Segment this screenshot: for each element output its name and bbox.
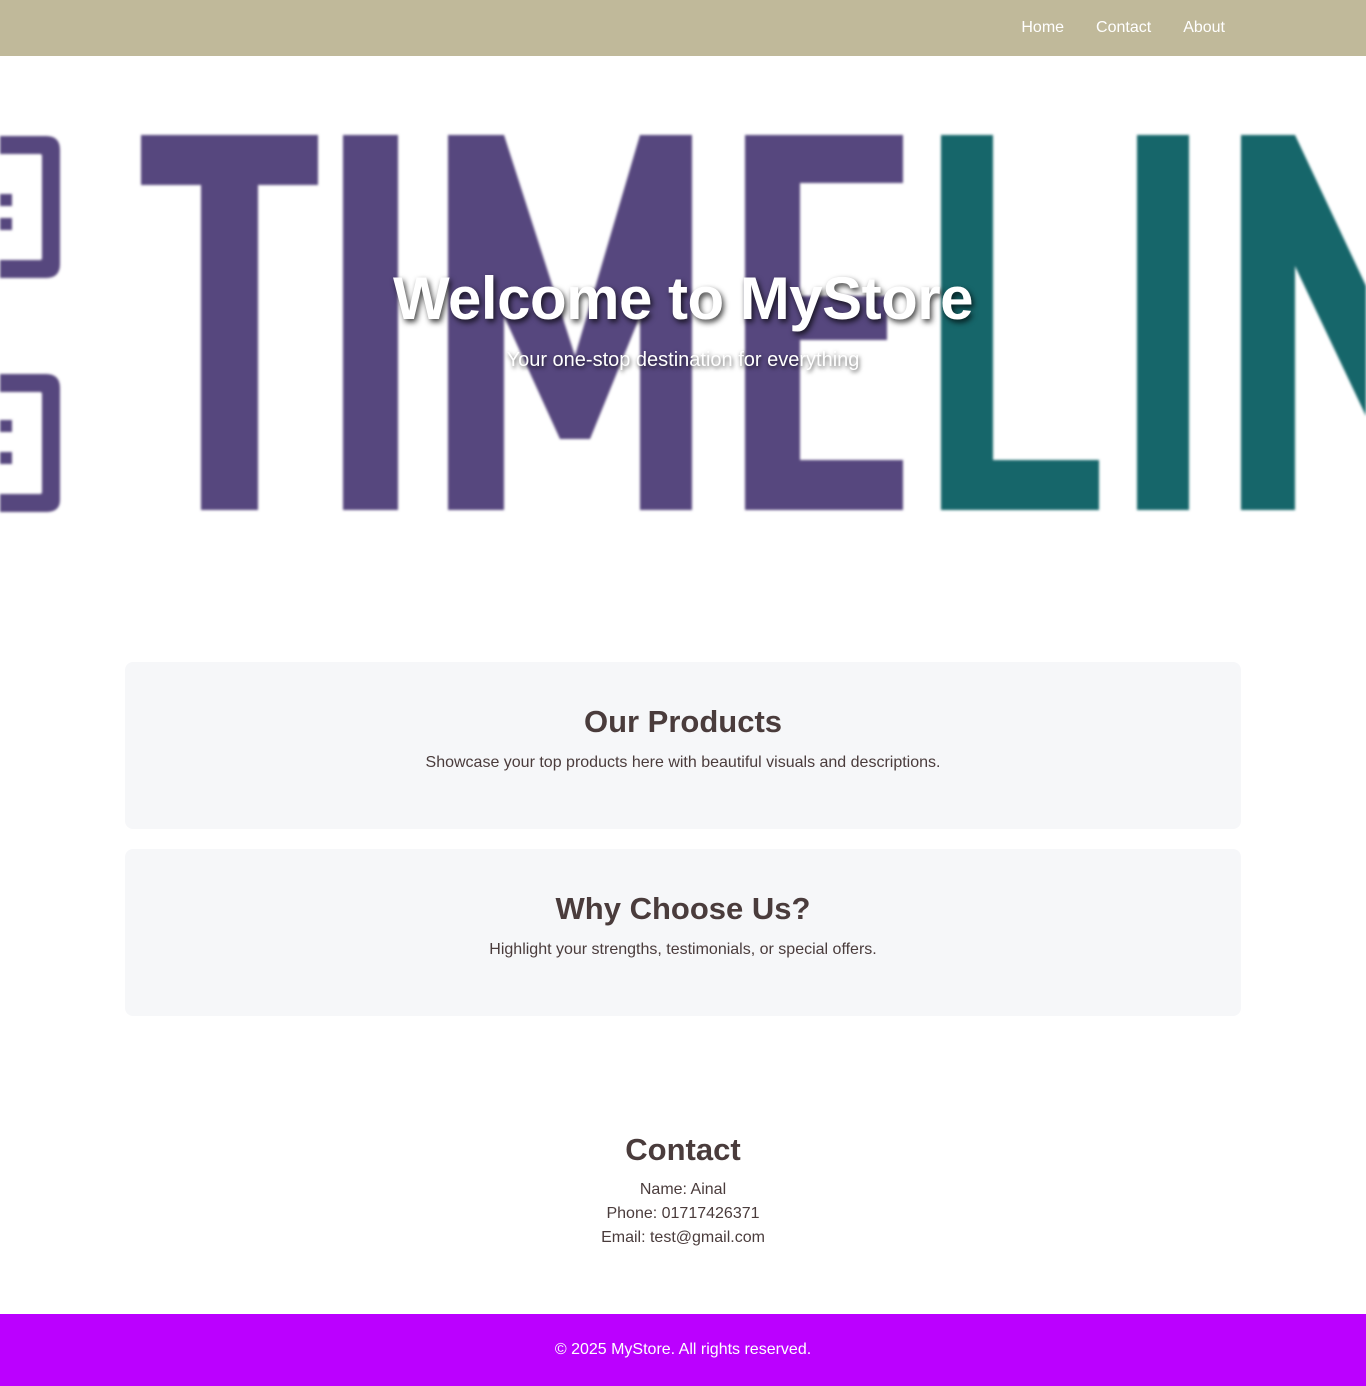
why-choose-title: Why Choose Us?: [555, 891, 811, 926]
nav-link-contact[interactable]: Contact: [1096, 19, 1151, 37]
hero-subtitle: Your one-stop destination for everything: [506, 349, 860, 371]
nav-link-home[interactable]: Home: [1021, 19, 1064, 37]
products-text: Showcase your top products here with bea…: [425, 754, 941, 771]
contact-section: Contact Name: Ainal Phone: 01717426371 E…: [0, 1132, 1366, 1250]
nav-links: Home Contact About: [1021, 0, 1225, 56]
contact-email: Email: test@gmail.com: [601, 1229, 765, 1246]
contact-details: Name: Ainal Phone: 01717426371 Email: te…: [0, 1178, 1366, 1250]
navbar: Home Contact About: [0, 0, 1366, 56]
contact-name: Name: Ainal: [639, 1181, 727, 1198]
products-card: Our Products Showcase your top products …: [125, 662, 1241, 829]
footer: © 2025 MyStore. All rights reserved.: [0, 1314, 1366, 1386]
contact-phone: Phone: 01717426371: [606, 1205, 760, 1222]
why-choose-text: Highlight your strengths, testimonials, …: [489, 941, 877, 958]
why-choose-card: Why Choose Us? Highlight your strengths,…: [125, 849, 1241, 1016]
products-title: Our Products: [583, 704, 783, 739]
footer-copyright: © 2025 MyStore. All rights reserved.: [554, 1341, 812, 1358]
hero-title: Welcome to MyStore: [392, 265, 974, 332]
nav-link-about[interactable]: About: [1183, 19, 1225, 37]
hero-banner: Welcome to MyStore Your one-stop destina…: [0, 56, 1366, 600]
contact-title: Contact: [625, 1132, 741, 1167]
